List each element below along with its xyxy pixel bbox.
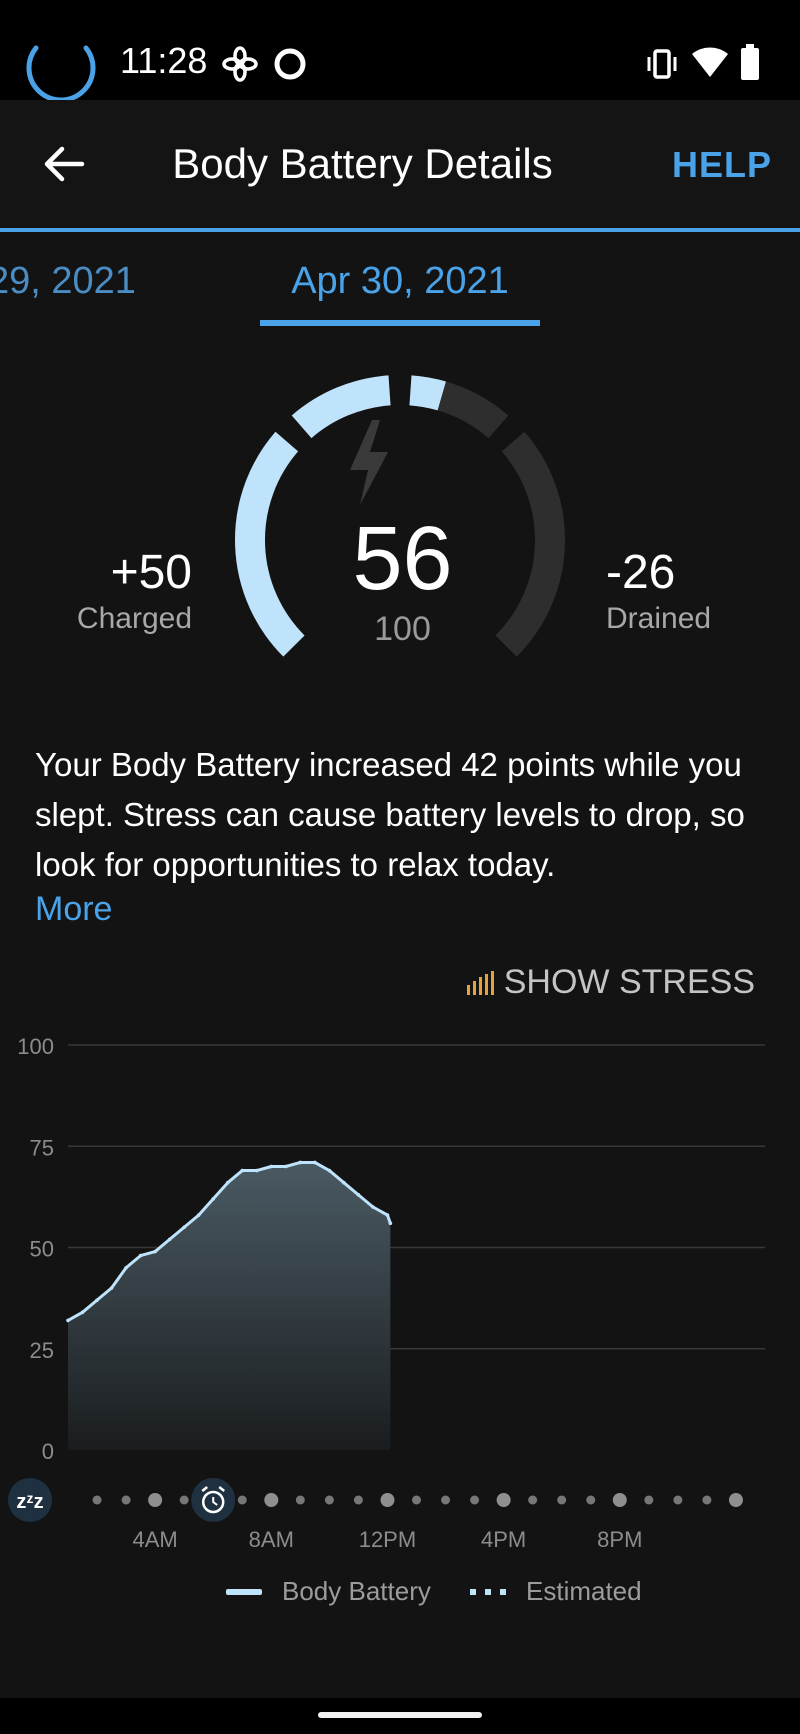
legend-swatch-dotted <box>470 1588 506 1595</box>
legend-swatch-solid <box>226 1588 262 1595</box>
data-point <box>327 1168 332 1173</box>
lightning-bolt-icon <box>350 420 388 505</box>
x-tick-label: 12PM <box>359 1527 416 1552</box>
x-tick-label: 8AM <box>249 1527 294 1552</box>
data-point <box>240 1168 245 1173</box>
data-point <box>342 1180 346 1185</box>
data-point <box>371 1205 375 1209</box>
timeline-dot <box>412 1495 421 1505</box>
loading-ring-icon <box>26 45 96 100</box>
gauge-value: 56 <box>352 509 453 609</box>
date-tab-previous[interactable]: 29, 2021 <box>0 260 136 303</box>
status-bar: 11:28 <box>0 0 800 100</box>
x-tick-label: 4PM <box>481 1527 526 1552</box>
timeline-dot <box>237 1495 247 1505</box>
timeline-dot <box>644 1495 654 1505</box>
body-battery-area <box>68 1162 391 1450</box>
timeline-dot <box>148 1493 163 1507</box>
data-point <box>109 1286 114 1290</box>
gauge-max: 100 <box>374 610 431 648</box>
timeline-dot <box>557 1495 567 1505</box>
date-tab-current[interactable]: Apr 30, 2021 <box>260 260 540 303</box>
home-handle[interactable] <box>318 1712 482 1718</box>
legend-label: Estimated <box>526 1576 642 1606</box>
legend-item-estimated: Estimated <box>470 1576 642 1607</box>
data-point <box>124 1265 128 1270</box>
bars-icon <box>466 970 494 995</box>
accent-divider <box>0 228 800 232</box>
y-tick-label: 100 <box>17 1034 54 1059</box>
data-point <box>66 1318 70 1323</box>
y-tick-label: 25 <box>30 1338 54 1363</box>
gauge-filled-segment <box>235 431 305 657</box>
show-stress-button[interactable]: SHOW STRESS <box>466 963 755 1002</box>
timeline-dot <box>324 1495 334 1505</box>
timeline-dot <box>470 1495 480 1505</box>
timeline-dot <box>673 1495 683 1505</box>
date-tab-indicator <box>260 320 540 326</box>
data-point <box>385 1213 390 1217</box>
timeline-dot <box>295 1495 305 1505</box>
x-tick-label: 4AM <box>133 1527 178 1552</box>
data-point <box>153 1249 157 1254</box>
timeline-dot <box>121 1495 131 1505</box>
help-button[interactable]: HELP <box>672 144 772 186</box>
data-point <box>225 1180 230 1185</box>
y-tick-label: 75 <box>30 1135 54 1160</box>
zzz-sleep-icon: zᶻz <box>16 1491 43 1513</box>
charged-label: Charged <box>76 602 192 635</box>
gauge-track-segment <box>437 381 509 439</box>
drained-value: -26 <box>606 546 676 599</box>
timeline-dot <box>586 1495 596 1505</box>
data-point <box>80 1310 85 1315</box>
legend-item-body-battery: Body Battery <box>226 1576 431 1607</box>
data-point <box>356 1193 361 1197</box>
data-point <box>138 1253 143 1258</box>
status-time: 11:28 <box>120 40 208 81</box>
gauge-track-segment <box>495 431 565 657</box>
legend-label: Body Battery <box>282 1576 431 1606</box>
timeline-dot <box>179 1495 189 1505</box>
data-point <box>211 1197 216 1201</box>
timeline-dot <box>728 1493 743 1507</box>
chart-legend: Body Battery Estimated <box>0 1576 800 1616</box>
data-point <box>388 1221 393 1225</box>
timeline-dot <box>264 1493 279 1507</box>
timeline-dot <box>612 1493 627 1507</box>
body-battery-chart: 0 25 50 75 100 zᶻz 4AM 8AM 12PM 4PM 8PM <box>8 1034 765 1552</box>
data-point <box>298 1160 303 1165</box>
timeline-dot <box>92 1495 102 1505</box>
data-point <box>182 1225 186 1230</box>
battery-icon <box>741 44 759 80</box>
data-point <box>167 1237 172 1242</box>
y-tick-label: 50 <box>30 1237 54 1262</box>
app-bar: Body Battery Details HELP <box>0 100 800 228</box>
data-point <box>196 1213 201 1217</box>
charged-value: +50 <box>110 546 192 599</box>
timeline-dot <box>528 1495 538 1505</box>
gauge-filled-segment <box>409 375 447 411</box>
data-point <box>254 1168 259 1173</box>
timeline-dot <box>496 1493 511 1507</box>
vibrate-icon <box>647 49 677 79</box>
y-tick-label: 0 <box>42 1439 54 1464</box>
data-point <box>284 1164 288 1169</box>
timeline-dot <box>702 1495 712 1505</box>
data-point <box>269 1164 274 1169</box>
data-point <box>95 1298 99 1302</box>
wifi-icon <box>692 47 728 77</box>
circle-icon <box>274 48 306 80</box>
page-title: Body Battery Details <box>172 140 553 187</box>
timeline-dot <box>380 1493 395 1507</box>
fan-icon <box>222 46 258 82</box>
timeline-dot <box>353 1495 363 1505</box>
more-link[interactable]: More <box>35 890 112 929</box>
data-point <box>313 1160 317 1165</box>
drained-label: Drained <box>606 602 712 635</box>
x-tick-label: 8PM <box>597 1527 642 1552</box>
timeline-dot <box>441 1495 451 1505</box>
show-stress-label: SHOW STRESS <box>503 963 755 1001</box>
insight-text: Your Body Battery increased 42 points wh… <box>35 746 745 883</box>
